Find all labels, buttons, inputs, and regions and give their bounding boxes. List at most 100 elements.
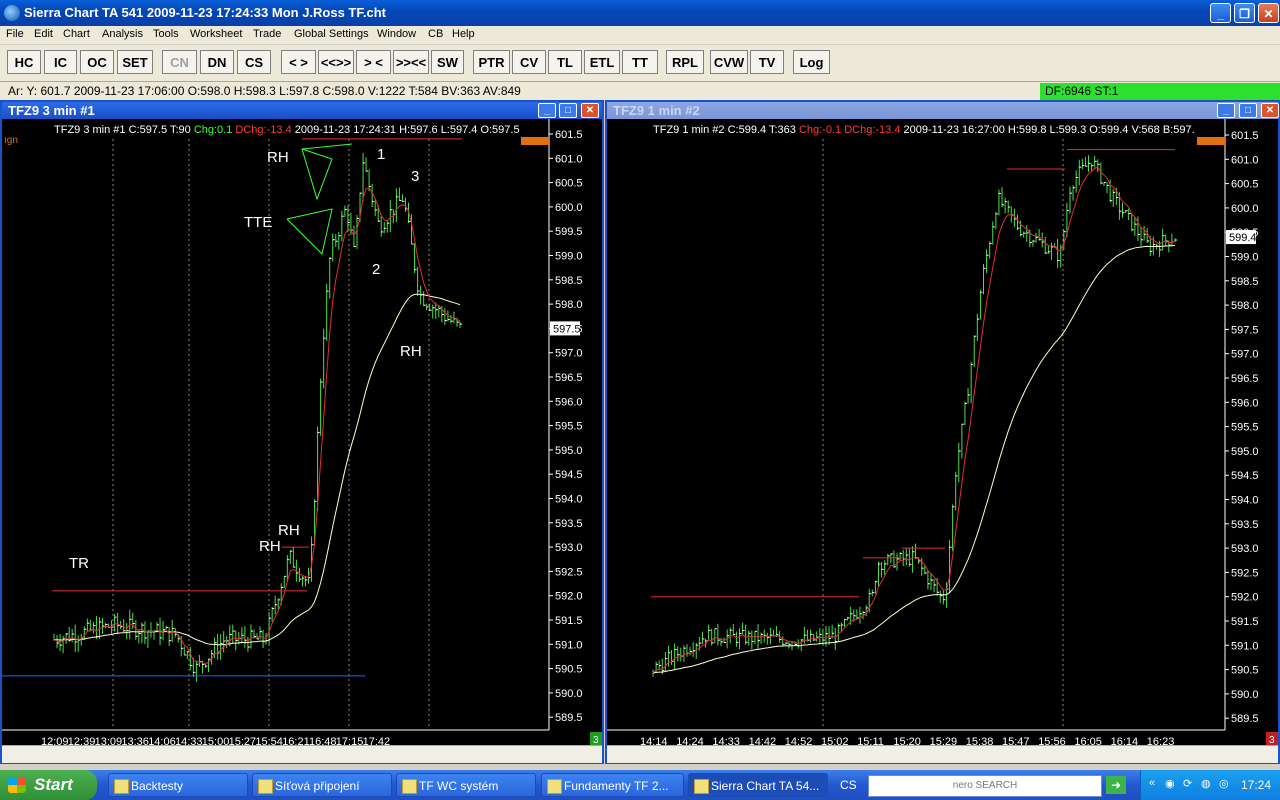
cs-button[interactable]: CS [237,50,271,74]
task-sierra-chart[interactable]: Sierra Chart TA 54... [688,773,828,797]
nero-search-box[interactable]: nero SEARCH [868,775,1102,797]
task-backtesty[interactable]: Backtesty [108,773,248,797]
chart-window-title-bar[interactable]: TFZ9 3 min #1 _ □ ✕ [2,102,602,119]
chart-close-button[interactable]: ✕ [1261,103,1279,118]
chart-maximize-button[interactable]: □ [1239,103,1257,118]
chart-1min-canvas[interactable]: 601.5601.0600.5600.0599.5599.0598.5598.0… [607,119,1278,746]
dn-button[interactable]: DN [200,50,234,74]
start-button[interactable]: Start [0,770,97,800]
chart-horizontal-scrollbar[interactable] [2,745,602,763]
system-tray: « ◉ ⟳ ◍ ◎ 17:24 [1140,770,1280,800]
tray-clock: 17:24 [1240,778,1271,792]
price-label: 590.0 [1231,689,1259,701]
price-label: 601.0 [1231,154,1259,166]
task-label: Síťová připojení [275,779,360,793]
network-icon [258,779,273,794]
annotation-label: TR [69,555,89,572]
scroll-expand-more-button[interactable]: <<>> [318,50,354,74]
alert-marker [521,137,549,145]
price-label: 597.0 [555,348,583,360]
price-label: 593.5 [555,518,583,530]
menu-cb[interactable]: CB [428,28,443,40]
language-indicator[interactable]: CS [840,778,857,792]
price-label: 599.0 [1231,252,1259,264]
price-label: 598.0 [1231,300,1259,312]
cvw-button[interactable]: CVW [710,50,748,74]
price-label: 593.0 [555,542,583,554]
chart-minimize-button[interactable]: _ [538,103,556,118]
price-label: 597.0 [1231,349,1259,361]
tray-security-icon[interactable]: ◎ [1219,777,1229,790]
price-label: 596.0 [555,396,583,408]
menu-global-settings[interactable]: Global Settings [294,28,369,40]
tray-network-icon[interactable]: ◉ [1165,777,1175,790]
annotation-label: RH [400,343,422,360]
chart-3min-canvas[interactable]: 601.5 601.0 600.5 600.0 599.5 599.0 598.5 598.0… [2,119,602,746]
scroll-expand-button[interactable]: < > [281,50,316,74]
menu-window[interactable]: Window [377,28,416,40]
chart-minimize-button[interactable]: _ [1217,103,1235,118]
scroll-contract-button[interactable]: > < [356,50,391,74]
menu-tools[interactable]: Tools [153,28,179,40]
maximize-button[interactable]: ❐ [1234,3,1255,23]
close-button[interactable]: ✕ [1258,3,1279,23]
sw-button[interactable]: SW [431,50,464,74]
tray-expand-icon[interactable]: « [1149,777,1155,789]
current-price-label: 597.5 [553,323,581,335]
price-label: 590.5 [555,664,583,676]
app-title: Sierra Chart TA 541 2009-11-23 17:24:33 … [24,5,386,20]
menu-worksheet[interactable]: Worksheet [190,28,242,40]
etl-button[interactable]: ETL [584,50,620,74]
oc-button[interactable]: OC [80,50,114,74]
df-status-badge: DF:6946 ST:1 [1040,83,1280,100]
price-label: 601.5 [1231,130,1259,142]
menu-file[interactable]: File [6,28,24,40]
tt-button[interactable]: TT [622,50,658,74]
rpl-button[interactable]: RPL [666,50,704,74]
chart-maximize-button[interactable]: □ [559,103,577,118]
tl-button[interactable]: TL [548,50,582,74]
menu-help[interactable]: Help [452,28,475,40]
chart-horizontal-scrollbar[interactable] [607,745,1278,763]
set-button[interactable]: SET [117,50,153,74]
chart-window-3min[interactable]: TFZ9 3 min #1 _ □ ✕ 601.5 601.0 600.5 600.0… [0,100,604,764]
chart-background [2,119,602,746]
menu-trade[interactable]: Trade [253,28,281,40]
price-label: 589.5 [555,712,583,724]
task-tf-wc[interactable]: TF WC systém [396,773,536,797]
chart-window-1min[interactable]: TFZ9 1 min #2 _ □ ✕ 601.5 601.0 600.5 600.0… [605,100,1280,764]
price-label: 594.0 [1231,495,1259,507]
menu-analysis[interactable]: Analysis [102,28,143,40]
document-icon [547,779,562,794]
chart-close-button[interactable]: ✕ [581,103,599,118]
task-network-connections[interactable]: Síťová připojení [252,773,392,797]
cn-button[interactable]: CN [162,50,197,74]
tv-button[interactable]: TV [750,50,784,74]
tray-volume-icon[interactable]: ◍ [1201,777,1211,790]
price-label: 591.5 [1231,616,1259,628]
minimize-button[interactable]: _ [1210,3,1231,23]
scroll-contract-more-button[interactable]: >><< [393,50,429,74]
alert-marker [1197,137,1225,145]
current-price-label: 599.4 [1229,232,1257,244]
task-fundamenty[interactable]: Fundamenty TF 2... [541,773,684,797]
price-label: 592.0 [1231,592,1259,604]
sierra-chart-icon [694,779,709,794]
search-go-icon[interactable]: ➜ [1106,776,1126,794]
menu-edit[interactable]: Edit [34,28,53,40]
cv-button[interactable]: CV [512,50,546,74]
windows-logo-icon [8,777,26,793]
ic-button[interactable]: IC [44,50,77,74]
hc-button[interactable]: HC [7,50,41,74]
chart-window-title-bar[interactable]: TFZ9 1 min #2 _ □ ✕ [607,102,1279,119]
price-label: 590.0 [555,688,583,700]
price-label: 594.5 [1231,470,1259,482]
chart-info-line: TFZ9 1 min #2 C:599.4 T:363 Chg:-0.1 DCh… [653,124,1195,136]
document-icon [402,779,417,794]
ptr-button[interactable]: PTR [473,50,510,74]
price-label: 600.5 [1231,179,1259,191]
price-label: 594.0 [555,494,583,506]
tray-sync-icon[interactable]: ⟳ [1183,777,1192,790]
log-button[interactable]: Log [793,50,830,74]
menu-chart[interactable]: Chart [63,28,90,40]
